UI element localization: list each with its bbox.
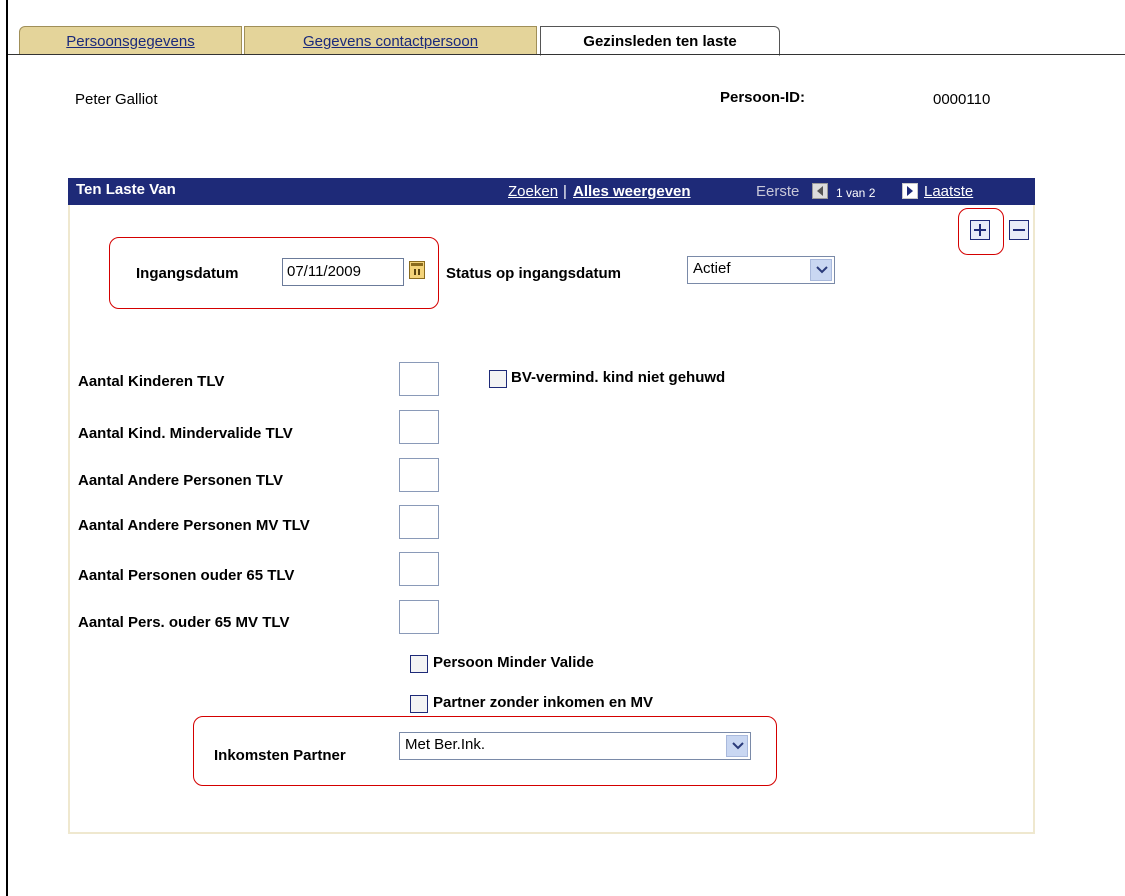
pagination-info: 1 van 2 [836, 186, 876, 200]
aantal-andere-personen-mv-input[interactable] [399, 505, 439, 539]
count-label: Aantal Personen ouder 65 TLV [78, 567, 295, 584]
chevron-down-icon [810, 259, 832, 281]
separator: | [563, 183, 567, 200]
count-label: Aantal Kinderen TLV [78, 373, 225, 390]
frame-border [6, 0, 8, 896]
status-label: Status op ingangsdatum [446, 265, 622, 282]
persoon-minder-valide-label: Persoon Minder Valide [433, 654, 594, 671]
tab-label: Gegevens contactpersoon [302, 32, 479, 50]
status-value: Actief [693, 260, 731, 277]
previous-arrow-icon [812, 183, 828, 199]
next-arrow-icon[interactable] [902, 183, 918, 199]
show-all-link[interactable]: Alles weergeven [573, 183, 691, 200]
count-label: Aantal Andere Personen TLV [78, 472, 284, 489]
tab-divider [8, 54, 1125, 55]
add-row-button[interactable] [970, 220, 990, 240]
ingangsdatum-input[interactable]: 07/11/2009 [282, 258, 404, 286]
bv-vermind-checkbox[interactable] [489, 370, 507, 388]
count-label: Aantal Andere Personen MV TLV [78, 517, 310, 534]
aantal-andere-personen-input[interactable] [399, 458, 439, 492]
aantal-pers-ouder-65-mv-input[interactable] [399, 600, 439, 634]
count-label: Aantal Pers. ouder 65 MV TLV [78, 614, 290, 631]
panel-header: Ten Laste Van Zoeken | Alles weergeven E… [68, 178, 1035, 205]
person-name: Peter Galliot [75, 91, 158, 108]
partner-zonder-inkomen-label: Partner zonder inkomen en MV [433, 694, 654, 711]
chevron-down-icon [726, 735, 748, 757]
tab-label: Gezinsleden ten laste [583, 32, 737, 50]
aantal-kinderen-input[interactable] [399, 362, 439, 396]
aantal-personen-ouder-65-input[interactable] [399, 552, 439, 586]
person-id-value: 0000110 [933, 91, 991, 108]
first-label: Eerste [756, 183, 800, 200]
status-select[interactable]: Actief [687, 256, 835, 284]
persoon-minder-valide-checkbox[interactable] [410, 655, 428, 673]
inkomsten-partner-value: Met Ber.Ink. [405, 736, 486, 753]
bv-vermind-label: BV-vermind. kind niet gehuwd [511, 369, 726, 386]
partner-zonder-inkomen-checkbox[interactable] [410, 695, 428, 713]
minus-icon [1013, 229, 1025, 231]
tab-persoonsgegevens[interactable]: Persoonsgegevens [19, 26, 242, 55]
remove-row-button[interactable] [1009, 220, 1029, 240]
calendar-icon[interactable] [409, 261, 425, 279]
plus-icon [974, 224, 986, 236]
count-label: Aantal Kind. Mindervalide TLV [78, 425, 293, 442]
tab-label: Persoonsgegevens [66, 32, 195, 50]
search-link[interactable]: Zoeken [508, 183, 558, 200]
tab-gegevens-contactpersoon[interactable]: Gegevens contactpersoon [244, 26, 537, 55]
last-link[interactable]: Laatste [924, 183, 973, 200]
panel-title: Ten Laste Van [76, 181, 176, 198]
tab-gezinsleden-ten-laste[interactable]: Gezinsleden ten laste [540, 26, 780, 56]
inkomsten-partner-label: Inkomsten Partner [214, 747, 346, 764]
ingangsdatum-label: Ingangsdatum [136, 265, 239, 282]
inkomsten-partner-select[interactable]: Met Ber.Ink. [399, 732, 751, 760]
aantal-kind-mindervalide-input[interactable] [399, 410, 439, 444]
person-id-label: Persoon-ID: [720, 89, 806, 106]
